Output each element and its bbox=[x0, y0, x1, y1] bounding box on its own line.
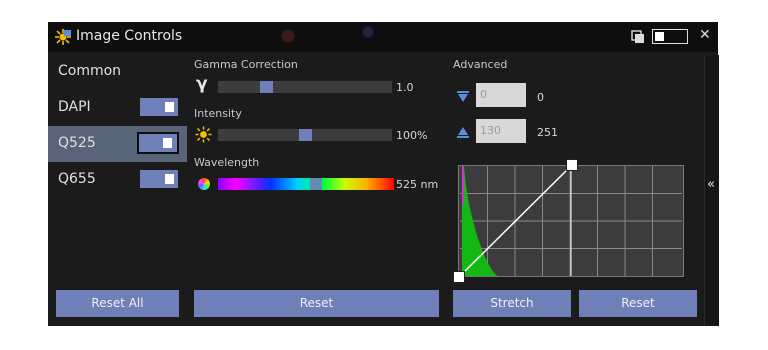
color-wheel-icon bbox=[198, 178, 210, 190]
float-window-icon[interactable] bbox=[631, 30, 645, 44]
gamma-slider[interactable] bbox=[218, 81, 392, 93]
channel-label: Q655 bbox=[58, 171, 96, 187]
collapse-icon[interactable]: « bbox=[707, 177, 715, 192]
stretch-button[interactable]: Stretch bbox=[453, 290, 571, 317]
channel-sidebar: Common DAPI Q525 Q655 bbox=[48, 52, 187, 310]
advanced-reset-button[interactable]: Reset bbox=[579, 290, 697, 317]
channel-toggle-q655[interactable] bbox=[140, 170, 178, 188]
black-point-value: 0 bbox=[537, 91, 544, 104]
channel-toggle-q525[interactable] bbox=[137, 132, 179, 154]
white-point-handle[interactable] bbox=[566, 159, 578, 171]
close-icon[interactable]: ✕ bbox=[699, 27, 711, 43]
wavelength-label: Wavelength bbox=[194, 156, 260, 169]
wavelength-slider-thumb[interactable] bbox=[310, 178, 322, 190]
channel-item-dapi[interactable]: DAPI bbox=[48, 90, 187, 126]
channel-label: DAPI bbox=[58, 99, 91, 115]
channel-item-q525[interactable]: Q525 bbox=[48, 126, 187, 162]
black-point-input[interactable]: 0 bbox=[476, 83, 526, 107]
channel-label: Q525 bbox=[58, 135, 96, 151]
gamma-icon: γ bbox=[196, 74, 208, 94]
intensity-label: Intensity bbox=[194, 107, 242, 120]
window-toggle[interactable] bbox=[652, 29, 688, 44]
wavelength-slider[interactable] bbox=[218, 178, 394, 190]
intensity-slider-thumb[interactable] bbox=[299, 129, 312, 141]
black-point-icon bbox=[457, 91, 469, 102]
white-point-input[interactable]: 130 bbox=[476, 119, 526, 143]
channel-item-q655[interactable]: Q655 bbox=[48, 162, 187, 198]
wavelength-value: 525 nm bbox=[396, 178, 439, 191]
white-point-icon bbox=[457, 127, 469, 138]
gamma-value: 1.0 bbox=[396, 81, 414, 94]
intensity-value: 100% bbox=[396, 129, 428, 142]
reset-button[interactable]: Reset bbox=[194, 290, 439, 317]
window-title: Image Controls bbox=[76, 28, 183, 44]
gamma-label: Gamma Correction bbox=[194, 58, 298, 71]
image-controls-window: Image Controls ✕ Common DAPI Q525 Q655 G… bbox=[48, 22, 719, 326]
collapse-panel[interactable]: « bbox=[704, 55, 719, 326]
channel-toggle-dapi[interactable] bbox=[140, 98, 178, 116]
white-point-value: 251 bbox=[537, 126, 558, 139]
advanced-label: Advanced bbox=[453, 58, 508, 71]
sidebar-heading: Common bbox=[48, 54, 187, 90]
brightness-icon bbox=[195, 126, 212, 143]
reset-all-button[interactable]: Reset All bbox=[56, 290, 179, 317]
histogram[interactable] bbox=[458, 165, 684, 277]
intensity-slider[interactable] bbox=[218, 129, 392, 141]
app-icon bbox=[55, 29, 71, 45]
black-point-handle[interactable] bbox=[453, 271, 465, 283]
gamma-slider-thumb[interactable] bbox=[260, 81, 273, 93]
sidebar-heading-label: Common bbox=[58, 63, 122, 79]
title-bar: Image Controls ✕ bbox=[48, 22, 718, 52]
